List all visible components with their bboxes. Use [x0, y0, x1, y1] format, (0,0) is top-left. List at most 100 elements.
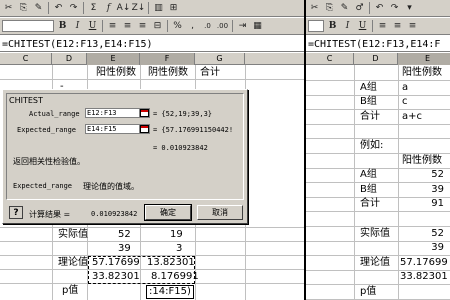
cut-icon[interactable]: ✂ [308, 2, 321, 14]
cell-actual-e1[interactable]: 52 [118, 229, 131, 241]
right-cell-d[interactable]: 例如: [360, 140, 383, 152]
font-size-combo[interactable] [2, 20, 54, 32]
formatting-toolbar: B I U ≡ ≡ ≡ [306, 18, 450, 35]
col-header-d[interactable]: D [52, 53, 87, 65]
formula-bar[interactable]: =CHITEST(E12:F13,E14:F [306, 38, 450, 52]
cell-f-header[interactable]: 阴性例数 [148, 67, 188, 79]
actual-range-result: = {52,19;39,3} [153, 110, 213, 118]
undo-icon[interactable]: ↶ [373, 2, 386, 14]
ok-button[interactable]: 确定 [144, 204, 192, 221]
expected-range-input[interactable]: E14:F15 [85, 124, 140, 134]
expected-range-collapse-button[interactable] [139, 124, 150, 134]
cancel-button[interactable]: 取消 [197, 205, 243, 220]
expected-range-marquee [88, 256, 195, 284]
align-right-icon[interactable]: ≡ [406, 20, 419, 32]
actual-range-collapse-button[interactable] [139, 108, 150, 118]
redo-icon[interactable]: ↷ [67, 2, 80, 14]
formula-bar[interactable]: =CHITEST(E12:F13,E14:F15) [0, 38, 304, 52]
right-cell-e[interactable]: 33.82301 [400, 271, 450, 283]
function-icon[interactable]: f [102, 2, 115, 14]
help-button[interactable]: ? [9, 206, 23, 219]
right-cell-d[interactable]: 合计 [360, 111, 380, 123]
cell-p-formula[interactable]: :14:F15) [146, 285, 194, 299]
bold-button[interactable]: B [326, 20, 339, 32]
left-excel-window: ✂ ⎘ ✎ ↶ ↷ Σ f A↓ Z↓ ▥ ⊞ B I U ≡ ≡ ≡ ⊟ % … [0, 0, 304, 300]
cell-e-header[interactable]: 阳性例数 [96, 67, 136, 79]
format-painter-icon[interactable]: ✎ [32, 2, 45, 14]
col-header-f[interactable]: F [140, 53, 195, 65]
col-header-e[interactable]: E [87, 53, 140, 65]
borders-icon[interactable]: ▦ [251, 20, 264, 32]
function-description: 返回相关性检验值。 [13, 157, 85, 166]
right-cell-d[interactable]: p值 [360, 286, 376, 298]
increase-decimal-button[interactable]: .0 [201, 20, 214, 32]
right-cell-d[interactable]: 合计 [360, 198, 380, 210]
right-cell-e[interactable]: 52 [400, 169, 450, 181]
right-cell-e[interactable]: a [402, 82, 408, 94]
column-headers: C D E F G [0, 53, 304, 65]
right-cell-d[interactable]: B组 [360, 96, 377, 108]
comma-button[interactable]: , [186, 20, 199, 32]
cell-actual-f1[interactable]: 19 [170, 229, 183, 241]
underline-button[interactable]: U [86, 20, 99, 32]
copy-icon[interactable]: ⎘ [17, 2, 30, 14]
expected-range-label: Expected_range [17, 126, 77, 134]
cut-icon[interactable]: ✂ [2, 2, 15, 14]
italic-button[interactable]: I [71, 20, 84, 32]
col-header-d[interactable]: D [354, 53, 398, 65]
autosum-icon[interactable]: Σ [87, 2, 100, 14]
right-cell-e[interactable]: 阳性例数 [402, 155, 442, 167]
col-header-c[interactable]: C [0, 53, 52, 65]
align-center-icon[interactable]: ≡ [121, 20, 134, 32]
align-left-icon[interactable]: ≡ [106, 20, 119, 32]
cell-theory-label[interactable]: 理论值 [58, 257, 88, 269]
align-left-icon[interactable]: ≡ [376, 20, 389, 32]
cell-actual-label[interactable]: 实际值 [58, 229, 88, 241]
actual-range-input[interactable]: E12:F13 [85, 108, 140, 118]
right-cell-d[interactable]: 理论值 [360, 257, 390, 269]
sort-ascending-icon[interactable]: A↓ [117, 2, 131, 14]
right-cell-d[interactable]: A组 [360, 82, 377, 94]
cell-actual-f2[interactable]: 3 [176, 243, 182, 255]
col-header-c[interactable]: C [306, 53, 354, 65]
drawing-icon[interactable]: ⊞ [167, 2, 180, 14]
dropdown-icon[interactable]: ▾ [403, 2, 416, 14]
right-cell-e[interactable]: 91 [400, 198, 450, 210]
decrease-decimal-button[interactable]: .00 [216, 20, 229, 32]
right-cell-d[interactable]: A组 [360, 169, 377, 181]
right-cell-d[interactable]: B组 [360, 184, 377, 196]
merge-center-icon[interactable]: ⊟ [151, 20, 164, 32]
align-center-icon[interactable]: ≡ [391, 20, 404, 32]
right-cell-e[interactable]: 阳性例数 [402, 67, 442, 79]
bold-button[interactable]: B [56, 20, 69, 32]
undo-icon[interactable]: ↶ [52, 2, 65, 14]
percent-button[interactable]: % [171, 20, 184, 32]
copy-icon[interactable]: ⎘ [323, 2, 336, 14]
cell-actual-e2[interactable]: 39 [118, 243, 131, 255]
col-header-e[interactable]: E [398, 53, 450, 65]
align-right-icon[interactable]: ≡ [136, 20, 149, 32]
right-cell-e[interactable]: 39 [400, 184, 450, 196]
underline-button[interactable]: U [356, 20, 369, 32]
calc-result-value: 0.010923842 [91, 210, 138, 218]
chart-wizard-icon[interactable]: ▥ [152, 2, 165, 14]
sort-descending-icon[interactable]: Z↓ [132, 2, 146, 14]
standard-toolbar: ✂ ⎘ ✎ ↶ ↷ Σ f A↓ Z↓ ▥ ⊞ [0, 0, 304, 17]
italic-button[interactable]: I [341, 20, 354, 32]
paste-icon[interactable]: ✎ [338, 2, 351, 14]
right-cell-e[interactable]: 52 [400, 228, 450, 240]
right-cell-e[interactable]: c [402, 96, 408, 108]
cell-g-header[interactable]: 合计 [200, 67, 220, 79]
cell-p-label[interactable]: p值 [62, 285, 78, 297]
redo-icon[interactable]: ↷ [388, 2, 401, 14]
right-cell-e[interactable]: a+c [402, 111, 422, 123]
format-painter-icon[interactable]: ♂ [353, 2, 366, 14]
col-header-g[interactable]: G [195, 53, 245, 65]
font-combo[interactable] [308, 20, 324, 32]
calc-result-label: 计算结果 = [29, 210, 71, 219]
actual-range-label: Actual_range [29, 110, 80, 118]
right-cell-d[interactable]: 实际值 [360, 228, 390, 240]
right-cell-e[interactable]: 57.17699 [400, 257, 450, 269]
indent-icon[interactable]: ⇥ [236, 20, 249, 32]
right-cell-e[interactable]: 39 [400, 242, 450, 254]
